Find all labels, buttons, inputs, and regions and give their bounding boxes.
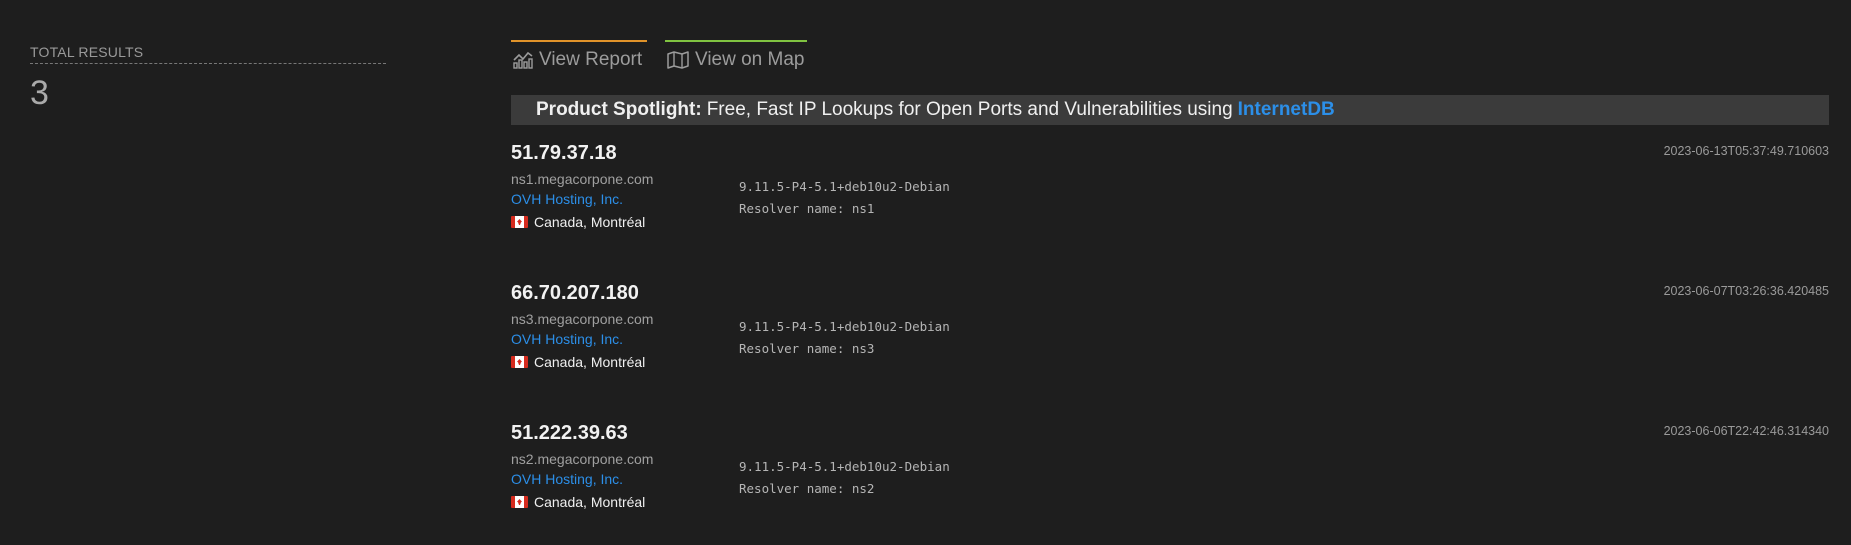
result-city-link[interactable]: Montréal	[591, 214, 645, 230]
result-location: Canada, Montréal	[511, 214, 645, 230]
result-location: Canada, Montréal	[511, 354, 645, 370]
results-summary: TOTAL RESULTS 3	[30, 44, 386, 113]
result-timestamp: 2023-06-06T22:42:46.314340	[1663, 424, 1829, 438]
location-separator: ,	[583, 214, 587, 230]
chart-area-icon	[513, 51, 533, 69]
result-banner: 9.11.5-P4-5.1+deb10u2-Debian Resolver na…	[739, 176, 950, 220]
result-banner: 9.11.5-P4-5.1+deb10u2-Debian Resolver na…	[739, 316, 950, 360]
view-report-label: View Report	[539, 49, 643, 70]
result-country-link[interactable]: Canada	[534, 354, 583, 370]
result-timestamp: 2023-06-13T05:37:49.710603	[1663, 144, 1829, 158]
result-org-link[interactable]: OVH Hosting, Inc.	[511, 331, 623, 347]
result-org-link[interactable]: OVH Hosting, Inc.	[511, 191, 623, 207]
result-tabs: View Report View on Map	[511, 40, 1829, 78]
location-separator: ,	[583, 354, 587, 370]
spotlight-text: Free, Fast IP Lookups for Open Ports and…	[706, 99, 1233, 120]
banner-version: 9.11.5-P4-5.1+deb10u2-Debian	[739, 179, 950, 194]
result-ip-link[interactable]: 51.222.39.63	[511, 422, 628, 445]
banner-version: 9.11.5-P4-5.1+deb10u2-Debian	[739, 459, 950, 474]
total-results-label: TOTAL RESULTS	[30, 44, 386, 64]
result-item: 51.79.37.18 ns1.megacorpone.com OVH Host…	[511, 142, 1829, 282]
banner-resolver: Resolver name: ns2	[739, 481, 875, 496]
search-results-page: TOTAL RESULTS 3 View Report View on Map …	[0, 0, 1851, 545]
canada-flag-icon	[511, 216, 528, 228]
results-main: View Report View on Map Product Spotligh…	[511, 40, 1829, 545]
result-item: 51.222.39.63 ns2.megacorpone.com OVH Hos…	[511, 422, 1829, 545]
canada-flag-icon	[511, 356, 528, 368]
result-banner: 9.11.5-P4-5.1+deb10u2-Debian Resolver na…	[739, 456, 950, 500]
location-separator: ,	[583, 494, 587, 510]
banner-version: 9.11.5-P4-5.1+deb10u2-Debian	[739, 319, 950, 334]
internetdb-link[interactable]: InternetDB	[1238, 99, 1335, 121]
total-results-count: 3	[30, 74, 49, 112]
view-report-tab[interactable]: View Report	[511, 40, 647, 78]
result-city-link[interactable]: Montréal	[591, 354, 645, 370]
map-icon	[667, 51, 689, 69]
result-hostname: ns3.megacorpone.com	[511, 311, 654, 327]
result-item: 66.70.207.180 ns3.megacorpone.com OVH Ho…	[511, 282, 1829, 422]
result-location: Canada, Montréal	[511, 494, 645, 510]
result-ip-link[interactable]: 66.70.207.180	[511, 282, 639, 305]
result-country-link[interactable]: Canada	[534, 494, 583, 510]
banner-resolver: Resolver name: ns3	[739, 341, 875, 356]
view-on-map-label: View on Map	[695, 49, 805, 70]
result-org-link[interactable]: OVH Hosting, Inc.	[511, 471, 623, 487]
view-on-map-tab[interactable]: View on Map	[665, 40, 807, 78]
result-hostname: ns2.megacorpone.com	[511, 451, 654, 467]
banner-resolver: Resolver name: ns1	[739, 201, 875, 216]
product-spotlight-banner: Product Spotlight: Free, Fast IP Lookups…	[511, 95, 1829, 125]
results-list: 51.79.37.18 ns1.megacorpone.com OVH Host…	[511, 142, 1829, 545]
result-city-link[interactable]: Montréal	[591, 494, 645, 510]
result-ip-link[interactable]: 51.79.37.18	[511, 142, 617, 165]
result-hostname: ns1.megacorpone.com	[511, 171, 654, 187]
canada-flag-icon	[511, 496, 528, 508]
spotlight-label: Product Spotlight:	[536, 99, 702, 120]
result-country-link[interactable]: Canada	[534, 214, 583, 230]
result-timestamp: 2023-06-07T03:26:36.420485	[1663, 284, 1829, 298]
